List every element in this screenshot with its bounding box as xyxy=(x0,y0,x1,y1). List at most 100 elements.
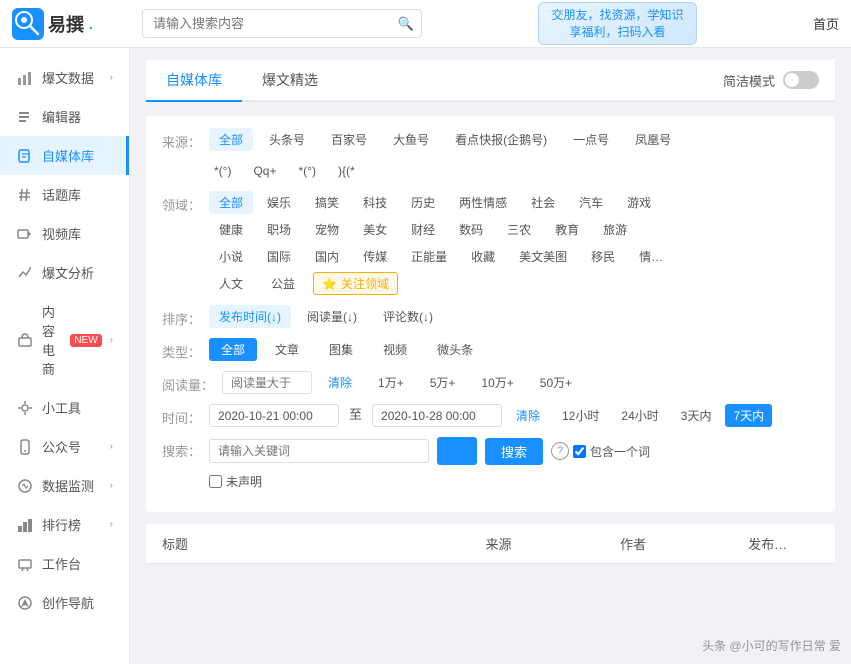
domain-renwen[interactable]: 人文 xyxy=(209,272,253,295)
help-icon[interactable]: ? xyxy=(551,442,569,460)
mode-switch[interactable] xyxy=(783,71,819,89)
domain-guonei[interactable]: 国内 xyxy=(305,245,349,268)
domain-youxi[interactable]: 游戏 xyxy=(617,191,661,214)
time-clear[interactable]: 清除 xyxy=(508,404,548,427)
arrow-icon-baobao: › xyxy=(110,72,113,83)
domain-sannong[interactable]: 三农 xyxy=(497,218,541,241)
domain-xiaoshuo[interactable]: 小说 xyxy=(209,245,253,268)
domain-jiankang[interactable]: 健康 xyxy=(209,218,253,241)
sidebar-item-chuangzuo[interactable]: 创作导航 xyxy=(0,583,129,622)
sidebar-label-zimeiti: 自媒体库 xyxy=(42,146,94,165)
domain-gongyi[interactable]: 公益 xyxy=(261,272,305,295)
th-author: 作者 xyxy=(566,534,701,553)
time-start-input[interactable] xyxy=(209,404,339,427)
source-special-spacer xyxy=(162,161,198,165)
domain-meiwen[interactable]: 美文美图 xyxy=(509,245,577,268)
time-end-input[interactable] xyxy=(372,404,502,427)
domain-yule[interactable]: 娱乐 xyxy=(257,191,301,214)
time-to: 至 xyxy=(345,404,366,427)
domain-guoji[interactable]: 国际 xyxy=(257,245,301,268)
source-sp3[interactable]: *(°) xyxy=(290,161,323,181)
source-all[interactable]: 全部 xyxy=(209,128,253,151)
source-fenghuang[interactable]: 凤凰号 xyxy=(625,128,681,151)
sidebar-item-shipin[interactable]: 视频库 xyxy=(0,214,129,253)
sort-read[interactable]: 阅读量(↓) xyxy=(297,305,367,328)
sidebar-item-huati[interactable]: 话题库 xyxy=(0,175,129,214)
time-7d[interactable]: 7天内 xyxy=(725,404,772,427)
type-gallery[interactable]: 图集 xyxy=(317,338,365,361)
type-micro[interactable]: 微头条 xyxy=(425,338,485,361)
sidebar-item-paihang[interactable]: 排行榜 › xyxy=(0,505,129,544)
source-sp2[interactable]: Qq+ xyxy=(245,161,284,181)
sidebar-item-jiankong[interactable]: 数据监测 › xyxy=(0,466,129,505)
read-50w[interactable]: 50万+ xyxy=(530,371,582,394)
th-source: 来源 xyxy=(431,534,566,553)
read-label: 阅读量： xyxy=(162,371,214,394)
read-10w[interactable]: 10万+ xyxy=(471,371,523,394)
read-5w[interactable]: 5万+ xyxy=(420,371,466,394)
sidebar-item-fenxi[interactable]: 爆文分析 xyxy=(0,253,129,292)
nav-home[interactable]: 首页 xyxy=(813,14,839,33)
time-24h[interactable]: 24小时 xyxy=(613,404,666,427)
focus-field-btn[interactable]: ⭐ 关注领域 xyxy=(313,272,398,295)
domain-caijing[interactable]: 财经 xyxy=(401,218,445,241)
sidebar-item-bianji[interactable]: 编辑器 xyxy=(0,97,129,136)
domain-zhichang[interactable]: 职场 xyxy=(257,218,301,241)
sidebar-item-baobao[interactable]: 爆文数据 › xyxy=(0,58,129,97)
mode-toggle: 简洁模式 xyxy=(723,71,835,90)
time-12h[interactable]: 12小时 xyxy=(554,404,607,427)
domain-yimin[interactable]: 移民 xyxy=(581,245,625,268)
search-button[interactable]: 搜索 xyxy=(485,438,543,465)
tab-baobao[interactable]: 爆文精选 xyxy=(242,60,338,102)
domain-meinv[interactable]: 美女 xyxy=(353,218,397,241)
rank-icon xyxy=(16,516,34,534)
domain-qing[interactable]: 情… xyxy=(629,245,673,268)
sidebar-item-gongzhong[interactable]: 公众号 › xyxy=(0,427,129,466)
type-article[interactable]: 文章 xyxy=(263,338,311,361)
sort-time[interactable]: 发布时间(↓) xyxy=(209,305,291,328)
no-declare-checkbox[interactable] xyxy=(209,475,222,488)
sidebar-item-gongzuotai[interactable]: 工作台 xyxy=(0,544,129,583)
domain-keji[interactable]: 科技 xyxy=(353,191,397,214)
domain-lishi[interactable]: 历史 xyxy=(401,191,445,214)
sidebar-item-dianshang[interactable]: 内容电商 NEW › xyxy=(0,292,129,388)
domain-shehui[interactable]: 社会 xyxy=(521,191,565,214)
domain-shuma[interactable]: 数码 xyxy=(449,218,493,241)
source-sp4[interactable]: ){(* xyxy=(330,161,363,181)
source-baijia[interactable]: 百家号 xyxy=(321,128,377,151)
source-dayu[interactable]: 大鱼号 xyxy=(383,128,439,151)
sidebar-item-gongju[interactable]: 小工具 xyxy=(0,388,129,427)
tab-zimeiti[interactable]: 自媒体库 xyxy=(146,60,242,102)
type-video[interactable]: 视频 xyxy=(371,338,419,361)
blue-block[interactable] xyxy=(437,437,477,465)
chart-icon xyxy=(16,69,34,87)
sidebar-label-chuangzuo: 创作导航 xyxy=(42,593,94,612)
domain-all[interactable]: 全部 xyxy=(209,191,253,214)
banner-box[interactable]: 交朋友，找资源，学知识 享福利，扫码入看 xyxy=(538,2,696,46)
source-yidian[interactable]: 一点号 xyxy=(563,128,619,151)
include-word-checkbox[interactable] xyxy=(573,445,586,458)
source-kandian[interactable]: 看点快报(企鹅号) xyxy=(445,128,557,151)
source-sp1[interactable]: *(°) xyxy=(206,161,239,181)
read-clear[interactable]: 清除 xyxy=(318,371,362,394)
sidebar-label-bianji: 编辑器 xyxy=(42,107,81,126)
search-input[interactable] xyxy=(142,9,422,38)
source-toutiao[interactable]: 头条号 xyxy=(259,128,315,151)
domain-chuanbo[interactable]: 传媒 xyxy=(353,245,397,268)
sidebar-item-zimeiti[interactable]: 自媒体库 xyxy=(0,136,129,175)
include-word-label[interactable]: 包含一个词 xyxy=(573,443,650,460)
type-all[interactable]: 全部 xyxy=(209,338,257,361)
sort-comment[interactable]: 评论数(↓) xyxy=(373,305,443,328)
domain-lvyou[interactable]: 旅游 xyxy=(593,218,637,241)
domain-jiaoyu[interactable]: 教育 xyxy=(545,218,589,241)
domain-shoucang[interactable]: 收藏 xyxy=(461,245,505,268)
domain-qinggan[interactable]: 两性情感 xyxy=(449,191,517,214)
domain-gaoxiao[interactable]: 搞笑 xyxy=(305,191,349,214)
time-3d[interactable]: 3天内 xyxy=(673,404,720,427)
domain-chongwu[interactable]: 宠物 xyxy=(305,218,349,241)
keyword-input[interactable] xyxy=(209,439,429,463)
domain-zhengneng[interactable]: 正能量 xyxy=(401,245,457,268)
domain-qiche[interactable]: 汽车 xyxy=(569,191,613,214)
read-1w[interactable]: 1万+ xyxy=(368,371,414,394)
read-input[interactable] xyxy=(222,371,312,394)
